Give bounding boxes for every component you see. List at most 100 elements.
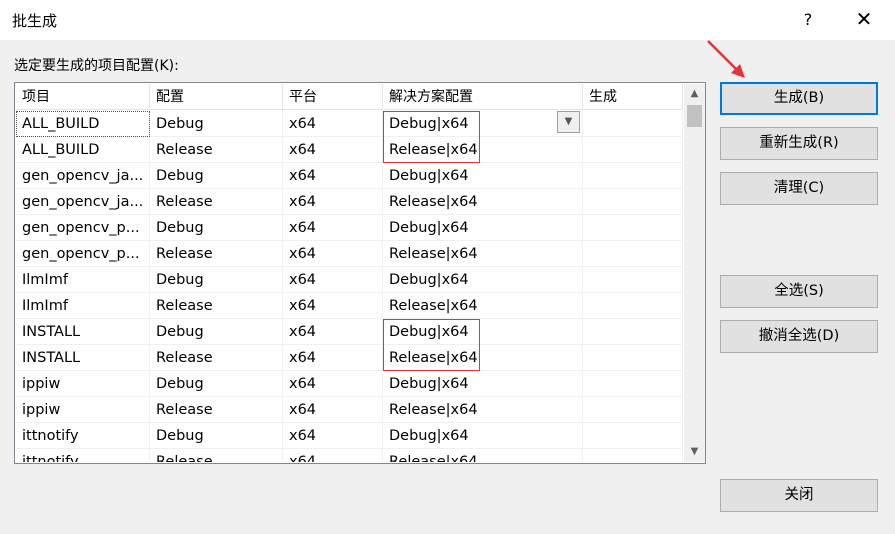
project-cell[interactable]: INSTALL [16,319,150,345]
config-cell[interactable]: Debug [150,163,283,189]
config-cell[interactable]: Release [150,189,283,215]
build-cell: ✔ [583,111,683,137]
project-cell[interactable]: ALL_BUILD [16,137,150,163]
platform-cell[interactable]: x64 [283,241,383,267]
table-row[interactable]: ittnotify Release x64 Release|x64 [16,449,683,462]
table-row[interactable]: ippiw Release x64 Release|x64 [16,397,683,423]
build-cell [583,163,683,189]
table-row[interactable]: ittnotify Debug x64 Debug|x64 [16,423,683,449]
build-button[interactable]: 生成(B) [720,82,878,115]
config-cell[interactable]: Release [150,345,283,371]
build-cell [583,449,683,462]
config-cell[interactable]: Debug [150,319,283,345]
vertical-scrollbar[interactable]: ▲ ▼ [684,84,705,462]
project-cell[interactable]: gen_opencv_p... [16,241,150,267]
solution-config-cell[interactable]: Release|x64 [383,397,583,423]
platform-cell[interactable]: x64 [283,137,383,163]
table-row[interactable]: IlmImf Debug x64 Debug|x64 [16,267,683,293]
project-cell[interactable]: ippiw [16,397,150,423]
platform-cell[interactable]: x64 [283,319,383,345]
platform-cell[interactable]: x64 [283,423,383,449]
column-header-project[interactable]: 项目 [16,84,150,110]
select-all-button[interactable]: 全选(S) [720,275,878,308]
column-header-config[interactable]: 配置 [150,84,283,110]
table-row[interactable]: IlmImf Release x64 Release|x64 [16,293,683,319]
project-cell[interactable]: ittnotify [16,423,150,449]
platform-cell[interactable]: x64 [283,293,383,319]
build-cell: ✔ [583,345,683,371]
solution-config-cell[interactable]: Debug|x64 [383,371,583,397]
help-button[interactable]: ? [786,0,830,40]
project-cell[interactable]: INSTALL [16,345,150,371]
table-row[interactable]: gen_opencv_ja... Debug x64 Debug|x64 [16,163,683,189]
solution-config-cell[interactable]: Debug|x64 [383,163,583,189]
project-cell[interactable]: gen_opencv_ja... [16,189,150,215]
scroll-up-icon[interactable]: ▲ [684,84,705,104]
config-cell[interactable]: Debug [150,371,283,397]
project-cell[interactable]: ittnotify [16,449,150,462]
project-cell[interactable]: ippiw [16,371,150,397]
column-header-solution-config[interactable]: 解决方案配置 [383,84,583,110]
table-row[interactable]: gen_opencv_p... Release x64 Release|x64 [16,241,683,267]
config-cell[interactable]: Debug [150,267,283,293]
table-row[interactable]: ALL_BUILDDebugx64Debug|x64✔ [16,111,683,137]
table-row[interactable]: ippiw Debug x64 Debug|x64 [16,371,683,397]
rebuild-button[interactable]: 重新生成(R) [720,127,878,160]
platform-cell[interactable]: x64 [283,189,383,215]
grid-header: 项目 配置 平台 解决方案配置 生成 [16,84,683,110]
platform-cell[interactable]: x64 [283,111,383,137]
solution-config-cell[interactable]: Debug|x64 [383,215,583,241]
close-button[interactable]: 关闭 [720,479,878,512]
solution-config-cell[interactable]: Release|x64 [383,241,583,267]
build-cell [583,293,683,319]
column-header-build[interactable]: 生成 [583,84,683,110]
table-row[interactable]: gen_opencv_ja... Release x64 Release|x64 [16,189,683,215]
project-cell[interactable]: gen_opencv_ja... [16,163,150,189]
platform-cell[interactable]: x64 [283,163,383,189]
title-bar: 批生成 ? ✕ [0,0,895,40]
solution-config-cell[interactable]: Debug|x64 [383,267,583,293]
red-highlight-box [383,319,480,371]
window-title: 批生成 [12,12,58,30]
deselect-all-button[interactable]: 撤消全选(D) [720,320,878,353]
close-window-button[interactable]: ✕ [842,0,886,40]
platform-cell[interactable]: x64 [283,345,383,371]
build-cell [583,241,683,267]
table-row[interactable]: gen_opencv_p... Debug x64 Debug|x64 [16,215,683,241]
table-row[interactable]: INSTALLDebugx64Debug|x64✔ [16,319,683,345]
platform-cell[interactable]: x64 [283,449,383,462]
config-cell[interactable]: Debug [150,423,283,449]
project-config-label: 选定要生成的项目配置(K): [14,58,179,74]
platform-cell[interactable]: x64 [283,371,383,397]
config-cell[interactable]: Debug [150,215,283,241]
config-grid[interactable]: 项目 配置 平台 解决方案配置 生成 ALL_BUILD Debug x64 Debu… [14,82,706,464]
project-cell[interactable]: IlmImf [16,267,150,293]
solution-config-cell[interactable]: Release|x64 [383,293,583,319]
solution-config-cell[interactable]: Release|x64 [383,189,583,215]
config-cell[interactable]: Release [150,137,283,163]
red-highlight-box [383,111,480,163]
config-cell[interactable]: Release [150,397,283,423]
project-cell[interactable]: gen_opencv_p... [16,215,150,241]
table-row[interactable]: INSTALLReleasex64Release|x64✔ [16,345,683,371]
column-header-platform[interactable]: 平台 [283,84,383,110]
project-cell[interactable]: IlmImf [16,293,150,319]
scroll-down-icon[interactable]: ▼ [684,442,705,462]
platform-cell[interactable]: x64 [283,397,383,423]
solution-config-dropdown-icon[interactable]: ▼ [557,111,580,133]
clean-button[interactable]: 清理(C) [720,172,878,205]
red-arrow-annotation-icon [707,40,745,78]
platform-cell[interactable]: x64 [283,215,383,241]
grid-body: 项目 配置 平台 解决方案配置 生成 ALL_BUILD Debug x64 Debu… [16,84,683,462]
solution-config-cell[interactable]: Debug|x64 [383,423,583,449]
platform-cell[interactable]: x64 [283,267,383,293]
build-cell [583,397,683,423]
scroll-thumb[interactable] [687,105,702,127]
build-cell [583,215,683,241]
solution-config-cell[interactable]: Release|x64 [383,449,583,462]
config-cell[interactable]: Debug [150,111,283,137]
config-cell[interactable]: Release [150,293,283,319]
table-row[interactable]: ALL_BUILDReleasex64Release|x64✔ [16,137,683,163]
config-cell[interactable]: Release [150,241,283,267]
config-cell[interactable]: Release [150,449,283,462]
